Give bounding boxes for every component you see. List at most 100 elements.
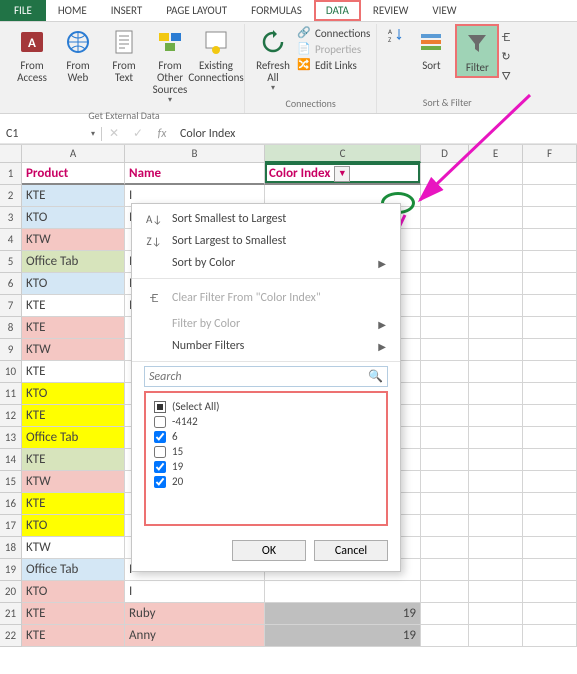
cell[interactable] bbox=[421, 317, 469, 339]
cell[interactable]: KTE bbox=[22, 185, 125, 207]
row-header[interactable]: 12 bbox=[0, 405, 22, 427]
col-header-a[interactable]: A bbox=[22, 145, 125, 163]
cell[interactable] bbox=[469, 207, 523, 229]
cell[interactable] bbox=[523, 251, 577, 273]
cell[interactable] bbox=[469, 339, 523, 361]
row-header[interactable]: 20 bbox=[0, 581, 22, 603]
cell[interactable] bbox=[523, 273, 577, 295]
cell[interactable] bbox=[523, 207, 577, 229]
cell[interactable]: KTE bbox=[22, 295, 125, 317]
from-web-button[interactable]: From Web bbox=[56, 24, 100, 86]
filter-check-item[interactable]: 15 bbox=[154, 444, 378, 459]
cell[interactable] bbox=[469, 163, 523, 185]
cell[interactable] bbox=[523, 339, 577, 361]
cell[interactable]: KTO bbox=[22, 207, 125, 229]
cell[interactable] bbox=[523, 625, 577, 647]
cell[interactable]: KTE bbox=[22, 625, 125, 647]
row-header[interactable]: 5 bbox=[0, 251, 22, 273]
from-text-button[interactable]: From Text bbox=[102, 24, 146, 86]
tab-review[interactable]: REVIEW bbox=[361, 0, 421, 21]
checkbox[interactable] bbox=[154, 446, 166, 458]
tab-insert[interactable]: INSERT bbox=[99, 0, 155, 21]
cell[interactable] bbox=[469, 383, 523, 405]
col-header-d[interactable]: D bbox=[421, 145, 469, 163]
cell[interactable] bbox=[469, 251, 523, 273]
cell[interactable] bbox=[469, 229, 523, 251]
tab-home[interactable]: HOME bbox=[46, 0, 99, 21]
sort-asc-item[interactable]: A↓Sort Smallest to Largest bbox=[132, 208, 400, 230]
cell[interactable] bbox=[421, 603, 469, 625]
cell[interactable]: 19 bbox=[265, 625, 421, 647]
cell[interactable] bbox=[523, 185, 577, 207]
sort-button[interactable]: Sort bbox=[409, 24, 453, 74]
sort-by-color-item[interactable]: Sort by Color▶ bbox=[132, 252, 400, 274]
cell[interactable] bbox=[421, 405, 469, 427]
filter-check-item[interactable]: 6 bbox=[154, 429, 378, 444]
row-header[interactable]: 21 bbox=[0, 603, 22, 625]
col-header-e[interactable]: E bbox=[469, 145, 523, 163]
cell[interactable] bbox=[421, 273, 469, 295]
cell[interactable] bbox=[421, 427, 469, 449]
tab-file[interactable]: FILE bbox=[0, 0, 46, 21]
reapply-button[interactable]: ↻ bbox=[501, 50, 511, 63]
row-header[interactable]: 7 bbox=[0, 295, 22, 317]
checkbox[interactable] bbox=[154, 461, 166, 473]
cell-color-index-header[interactable]: Color Index▼ bbox=[265, 163, 421, 185]
properties-button[interactable]: 📄Properties bbox=[297, 42, 370, 56]
cell[interactable] bbox=[469, 273, 523, 295]
row-header[interactable]: 8 bbox=[0, 317, 22, 339]
cancel-formula-button[interactable]: ✕ bbox=[102, 126, 126, 141]
cell[interactable] bbox=[421, 339, 469, 361]
row-header[interactable]: 15 bbox=[0, 471, 22, 493]
cell[interactable] bbox=[421, 185, 469, 207]
row-header[interactable]: 19 bbox=[0, 559, 22, 581]
cell[interactable]: KTW bbox=[22, 471, 125, 493]
cell[interactable] bbox=[469, 603, 523, 625]
cell[interactable] bbox=[523, 383, 577, 405]
row-header[interactable]: 6 bbox=[0, 273, 22, 295]
cell[interactable]: KTE bbox=[22, 405, 125, 427]
row-header[interactable]: 22 bbox=[0, 625, 22, 647]
cell[interactable] bbox=[523, 295, 577, 317]
cell[interactable] bbox=[523, 405, 577, 427]
cell[interactable] bbox=[421, 625, 469, 647]
col-header-f[interactable]: F bbox=[523, 145, 577, 163]
cell[interactable] bbox=[469, 515, 523, 537]
filter-search-input[interactable] bbox=[149, 370, 368, 384]
cell[interactable]: Office Tab bbox=[22, 251, 125, 273]
number-filters-item[interactable]: Number Filters▶ bbox=[132, 335, 400, 357]
cell[interactable]: Name bbox=[125, 163, 265, 185]
cell[interactable]: KTO bbox=[22, 515, 125, 537]
row-header[interactable]: 17 bbox=[0, 515, 22, 537]
enter-formula-button[interactable]: ✓ bbox=[126, 126, 150, 141]
row-header[interactable]: 13 bbox=[0, 427, 22, 449]
cell[interactable] bbox=[523, 581, 577, 603]
cell[interactable]: KTE bbox=[22, 493, 125, 515]
connections-button[interactable]: 🔗Connections bbox=[297, 26, 370, 40]
edit-links-button[interactable]: 🔀Edit Links bbox=[297, 58, 370, 72]
cell[interactable]: Ruby bbox=[125, 603, 265, 625]
cell[interactable] bbox=[421, 515, 469, 537]
cell[interactable] bbox=[523, 493, 577, 515]
cell[interactable] bbox=[523, 449, 577, 471]
checkbox[interactable] bbox=[154, 416, 166, 428]
cell[interactable] bbox=[469, 449, 523, 471]
cell[interactable]: Office Tab bbox=[22, 427, 125, 449]
cell[interactable]: KTE bbox=[22, 317, 125, 339]
advanced-button[interactable]: 🜄 bbox=[501, 65, 511, 87]
cell[interactable] bbox=[421, 251, 469, 273]
cell[interactable]: Office Tab bbox=[22, 559, 125, 581]
row-header[interactable]: 11 bbox=[0, 383, 22, 405]
col-header-c[interactable]: C bbox=[265, 145, 421, 163]
cell[interactable] bbox=[469, 317, 523, 339]
row-header[interactable]: 1 bbox=[0, 163, 22, 185]
cell[interactable] bbox=[421, 537, 469, 559]
refresh-all-button[interactable]: Refresh All▾ bbox=[251, 24, 295, 95]
row-header[interactable]: 18 bbox=[0, 537, 22, 559]
cell[interactable] bbox=[421, 163, 469, 185]
cell[interactable]: 19 bbox=[265, 603, 421, 625]
cell[interactable]: I bbox=[125, 581, 265, 603]
row-header[interactable]: 14 bbox=[0, 449, 22, 471]
filter-search-box[interactable]: 🔍 bbox=[144, 366, 388, 387]
cell[interactable] bbox=[523, 537, 577, 559]
